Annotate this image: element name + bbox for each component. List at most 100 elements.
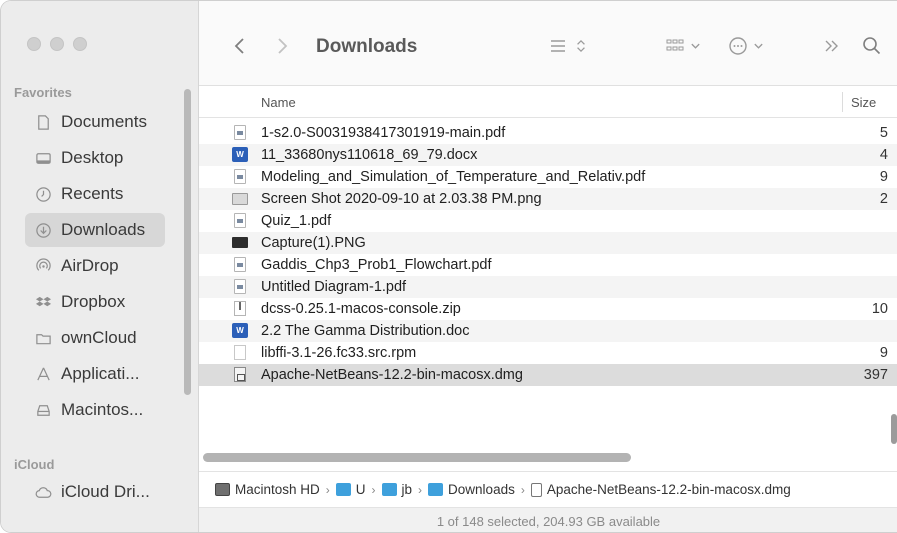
view-options-button[interactable] bbox=[547, 35, 587, 63]
file-icon bbox=[530, 482, 542, 497]
column-divider[interactable] bbox=[842, 92, 843, 112]
search-button[interactable] bbox=[861, 35, 883, 63]
back-button[interactable] bbox=[229, 35, 251, 63]
path-item-label: Macintosh HD bbox=[235, 482, 320, 497]
path-item-users[interactable]: U bbox=[335, 482, 366, 497]
path-item-macintosh-hd[interactable]: Macintosh HD bbox=[215, 482, 320, 497]
path-item-label: U bbox=[355, 482, 366, 497]
sidebar-item-applications[interactable]: Applicati... bbox=[25, 357, 165, 391]
file-size: 9 bbox=[879, 345, 888, 361]
file-row[interactable]: Gaddis_Chp3_Prob1_Flowchart.pdf bbox=[199, 254, 897, 276]
icloud-heading: iCloud bbox=[14, 457, 55, 472]
file-name: Quiz_1.pdf bbox=[261, 213, 332, 229]
close-window-button[interactable] bbox=[27, 37, 41, 51]
path-item-label: Apache-NetBeans-12.2-bin-macosx.dmg bbox=[546, 482, 791, 497]
sidebar-item-label: ownCloud bbox=[61, 328, 137, 347]
window-controls bbox=[27, 37, 87, 51]
file-name: Modeling_and_Simulation_of_Temperature_a… bbox=[261, 169, 646, 185]
image-file-icon bbox=[232, 191, 248, 207]
airdrop-icon bbox=[34, 257, 52, 275]
group-icon bbox=[664, 35, 686, 63]
file-row[interactable]: 1-s2.0-S0031938417301919-main.pdf 5 bbox=[199, 122, 897, 144]
folder-icon bbox=[34, 329, 52, 347]
file-name: Apache-NetBeans-12.2-bin-macosx.dmg bbox=[261, 367, 523, 383]
file-name: 1-s2.0-S0031938417301919-main.pdf bbox=[261, 125, 506, 141]
finder-window: Favorites Documents Desktop Recents Down… bbox=[0, 0, 897, 533]
file-size: 2 bbox=[879, 191, 888, 207]
pdf-file-icon bbox=[232, 257, 248, 273]
status-bar: 1 of 148 selected, 204.93 GB available bbox=[199, 507, 897, 532]
file-size: 10 bbox=[871, 301, 888, 317]
sidebar-item-label: iCloud Dri... bbox=[61, 482, 150, 501]
zoom-window-button[interactable] bbox=[73, 37, 87, 51]
file-row[interactable]: Modeling_and_Simulation_of_Temperature_a… bbox=[199, 166, 897, 188]
minimize-window-button[interactable] bbox=[50, 37, 64, 51]
file-name: Capture(1).PNG bbox=[261, 235, 366, 251]
clock-icon bbox=[34, 185, 52, 203]
dropbox-icon bbox=[34, 293, 52, 311]
chevron-right-icon bbox=[271, 35, 293, 63]
sidebar-item-downloads[interactable]: Downloads bbox=[25, 213, 165, 247]
file-size: 5 bbox=[879, 125, 888, 141]
applications-icon bbox=[34, 365, 52, 383]
document-icon bbox=[34, 113, 52, 131]
file-row[interactable]: W 2.2 The Gamma Distribution.doc bbox=[199, 320, 897, 342]
window-title: Downloads bbox=[316, 36, 418, 57]
up-down-chevron-icon bbox=[575, 35, 587, 63]
file-row[interactable]: Capture(1).PNG bbox=[199, 232, 897, 254]
action-button[interactable] bbox=[727, 35, 764, 63]
pdf-file-icon bbox=[232, 125, 248, 141]
list-view-icon bbox=[547, 35, 569, 63]
double-chevron-icon bbox=[821, 35, 843, 63]
path-separator-icon: › bbox=[418, 482, 423, 497]
path-separator-icon: › bbox=[520, 482, 525, 497]
chevron-down-icon bbox=[690, 35, 701, 63]
sidebar-item-dropbox[interactable]: Dropbox bbox=[25, 285, 165, 319]
path-bar: Macintosh HD › U › jb › Downloads › Apac… bbox=[199, 471, 897, 507]
file-row[interactable]: Untitled Diagram-1.pdf bbox=[199, 276, 897, 298]
path-item-label: jb bbox=[401, 482, 413, 497]
column-size-header[interactable]: Size bbox=[851, 95, 876, 110]
disk-icon bbox=[34, 401, 52, 419]
file-row-selected[interactable]: Apache-NetBeans-12.2-bin-macosx.dmg 397 bbox=[199, 364, 897, 386]
sidebar-item-label: Downloads bbox=[61, 220, 146, 239]
ellipsis-circle-icon bbox=[727, 35, 749, 63]
file-row[interactable]: Screen Shot 2020-09-10 at 2.03.38 PM.png… bbox=[199, 188, 897, 210]
file-row[interactable]: W 11_33680nys110618_69_79.docx 4 bbox=[199, 144, 897, 166]
sidebar-item-macintosh-hd[interactable]: Macintos... bbox=[25, 393, 165, 427]
status-text: 1 of 148 selected, 204.93 GB available bbox=[436, 513, 661, 529]
more-toolbar-button[interactable] bbox=[821, 35, 843, 63]
file-name: Screen Shot 2020-09-10 at 2.03.38 PM.png bbox=[261, 191, 542, 207]
sidebar-item-desktop[interactable]: Desktop bbox=[25, 141, 165, 175]
folder-icon bbox=[335, 483, 351, 496]
sidebar-item-label: Dropbox bbox=[61, 292, 126, 311]
file-name: Untitled Diagram-1.pdf bbox=[261, 279, 407, 295]
forward-button[interactable] bbox=[271, 35, 293, 63]
path-item-downloads[interactable]: Downloads bbox=[428, 482, 515, 497]
sidebar-item-label: Desktop bbox=[61, 148, 124, 167]
toolbar: Downloads bbox=[199, 1, 897, 86]
column-name-header[interactable]: Name bbox=[261, 95, 296, 110]
path-item-file[interactable]: Apache-NetBeans-12.2-bin-macosx.dmg bbox=[530, 482, 791, 497]
sidebar-item-icloud-drive[interactable]: iCloud Dri... bbox=[25, 475, 165, 509]
horizontal-scrollbar[interactable] bbox=[203, 453, 631, 462]
file-size: 9 bbox=[879, 169, 888, 185]
file-row[interactable]: libffi-3.1-26.fc33.src.rpm 9 bbox=[199, 342, 897, 364]
word-document-icon: W bbox=[232, 147, 248, 163]
sidebar-item-recents[interactable]: Recents bbox=[25, 177, 165, 211]
sidebar-scrollbar[interactable] bbox=[184, 89, 191, 395]
path-item-user[interactable]: jb bbox=[381, 482, 413, 497]
vertical-scrollbar[interactable] bbox=[891, 414, 897, 444]
sidebar-item-owncloud[interactable]: ownCloud bbox=[25, 321, 165, 355]
disk-image-icon bbox=[232, 367, 248, 383]
sidebar-item-documents[interactable]: Documents bbox=[25, 105, 165, 139]
desktop-icon bbox=[34, 149, 52, 167]
sidebar: Favorites Documents Desktop Recents Down… bbox=[1, 1, 199, 532]
sidebar-item-label: Recents bbox=[61, 184, 124, 203]
file-row[interactable]: Quiz_1.pdf bbox=[199, 210, 897, 232]
sidebar-item-label: Documents bbox=[61, 112, 147, 131]
file-row[interactable]: dcss-0.25.1-macos-console.zip 10 bbox=[199, 298, 897, 320]
zip-file-icon bbox=[232, 301, 248, 317]
group-button[interactable] bbox=[664, 35, 701, 63]
sidebar-item-airdrop[interactable]: AirDrop bbox=[25, 249, 165, 283]
